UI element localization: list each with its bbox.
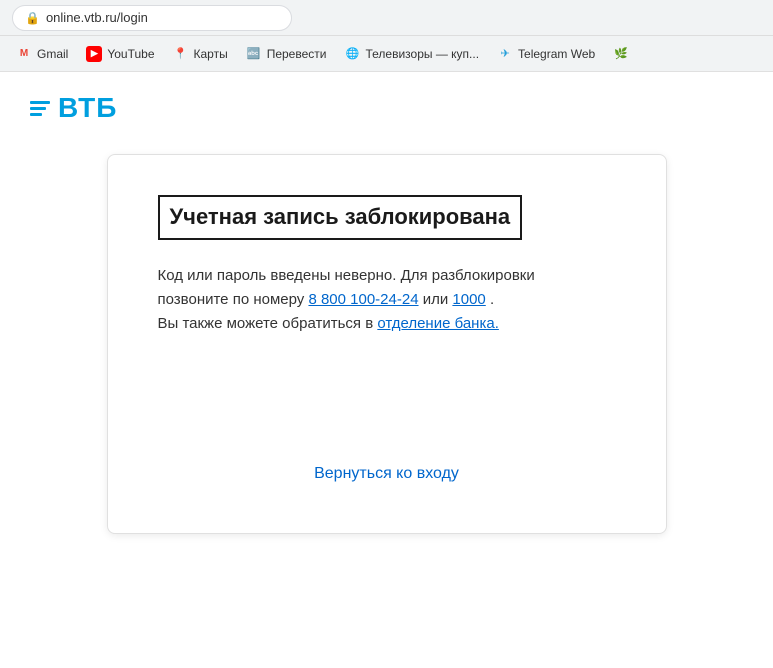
vtb-logo: ВТБ [30,92,743,124]
vtb-stripe-2 [30,107,46,110]
globe-icon: 🌐 [344,46,360,62]
vtb-stripe-3 [30,113,42,116]
vtb-logo-text: ВТБ [58,92,117,124]
body-period: . [490,291,494,308]
card-top-section: Учетная запись заблокирована Код или пар… [158,195,616,336]
translate-icon: 🔤 [246,46,262,62]
bookmark-youtube-label: YouTube [107,47,154,61]
phone1-link[interactable]: 8 800 100-24-24 [308,291,418,308]
lock-icon: 🔒 [25,11,40,25]
bookmark-telegram[interactable]: ✈ Telegram Web [489,42,603,66]
phone2-link[interactable]: 1000 [452,291,485,308]
bookmark-maps[interactable]: 📍 Карты [165,42,236,66]
body-or-text: или [423,291,453,308]
vtb-header: ВТБ [0,72,773,154]
bookmark-gmail[interactable]: M Gmail [8,42,76,66]
body-text-line1: Код или пароль введены неверно. Для разб… [158,267,535,284]
bookmark-tv[interactable]: 🌐 Телевизоры — куп... [336,42,487,66]
bookmark-tv-label: Телевизоры — куп... [365,47,479,61]
youtube-icon: ▶ [86,46,102,62]
back-to-login-link[interactable]: Вернуться ко входу [314,465,459,483]
bookmark-translate[interactable]: 🔤 Перевести [238,42,335,66]
bookmark-youtube[interactable]: ▶ YouTube [78,42,162,66]
card-bottom-section: Вернуться ко входу [158,465,616,483]
bookmark-gmail-label: Gmail [37,47,68,61]
bookmark-other[interactable]: 🌿 [605,42,637,66]
main-content-area: Учетная запись заблокирована Код или пар… [0,154,773,564]
body-text-line5: Вы также можете обратиться в [158,315,374,332]
telegram-icon: ✈ [497,46,513,62]
blocked-account-card: Учетная запись заблокирована Код или пар… [107,154,667,534]
card-title: Учетная запись заблокирована [158,195,523,240]
branch-link[interactable]: отделение банка. [377,315,499,332]
address-text: online.vtb.ru/login [46,10,148,25]
bookmark-maps-label: Карты [194,47,228,61]
body-text-line2: позвоните по номеру [158,291,305,308]
bookmark-telegram-label: Telegram Web [518,47,595,61]
gmail-icon: M [16,46,32,62]
bookmark-translate-label: Перевести [267,47,327,61]
card-body: Код или пароль введены неверно. Для разб… [158,264,616,336]
page-content: ВТБ Учетная запись заблокирована Код или… [0,72,773,668]
other-icon: 🌿 [613,46,629,62]
vtb-stripes-icon [30,101,50,116]
maps-icon: 📍 [173,46,189,62]
browser-address-bar: 🔒 online.vtb.ru/login [0,0,773,36]
bookmarks-bar: M Gmail ▶ YouTube 📍 Карты 🔤 Перевести 🌐 … [0,36,773,72]
address-bar-container[interactable]: 🔒 online.vtb.ru/login [12,5,292,31]
vtb-stripe-1 [30,101,50,104]
